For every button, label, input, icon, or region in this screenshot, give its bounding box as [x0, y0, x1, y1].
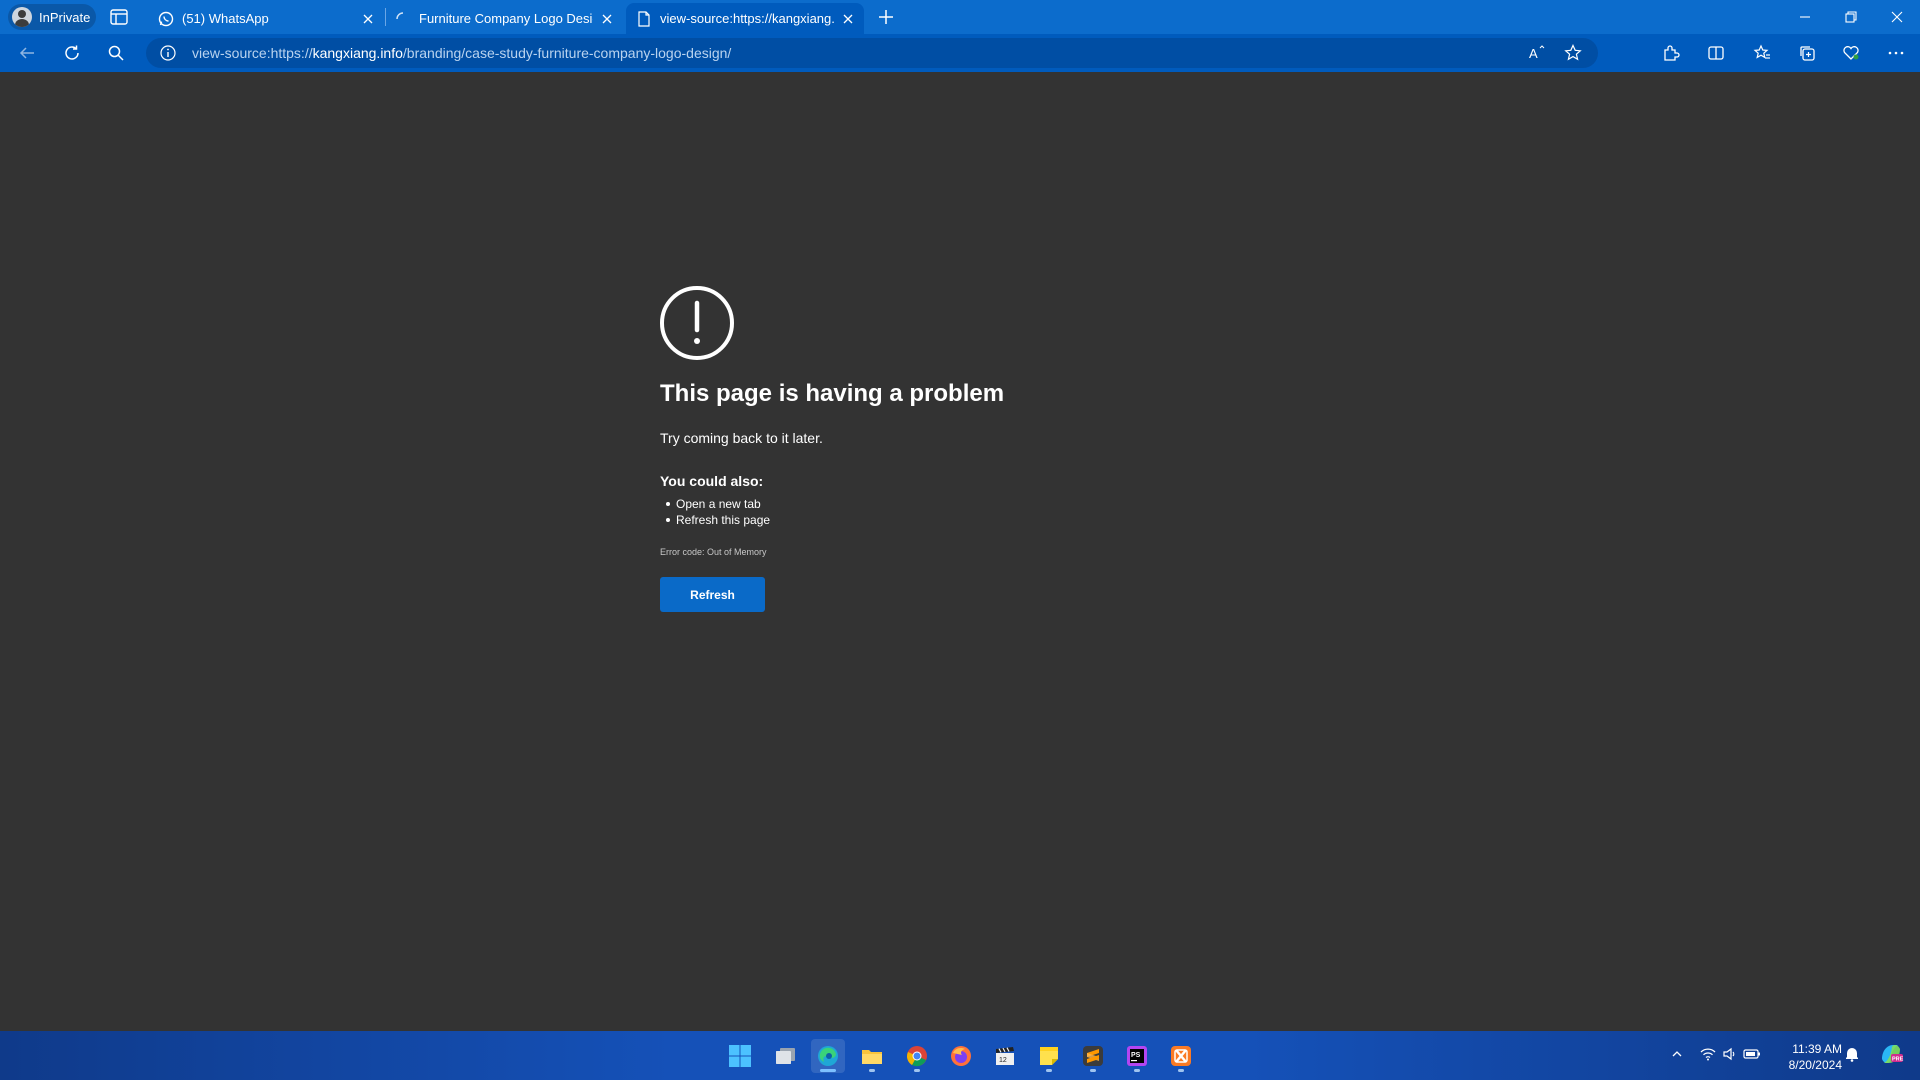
exclamation-circle-icon: [659, 285, 735, 361]
address-bar[interactable]: view-source:https://kangxiang.info/brand…: [146, 38, 1598, 68]
running-indicator: [914, 1069, 920, 1072]
sticky-notes-icon[interactable]: [1032, 1039, 1066, 1073]
tab-strip: InPrivate (51) WhatsApp Furniture Compan…: [0, 0, 1920, 34]
suggestions-list: Open a new tab Refresh this page: [664, 496, 770, 528]
refresh-button[interactable]: Refresh: [660, 577, 765, 612]
notification-bell-icon[interactable]: [1843, 1045, 1861, 1063]
close-tab-icon[interactable]: [599, 11, 615, 27]
tab-furniture-logo[interactable]: Furniture Company Logo Design: [389, 3, 621, 34]
suggestion-item: Open a new tab: [664, 496, 770, 512]
page-content: [4, 72, 1916, 1031]
running-indicator: [869, 1069, 875, 1072]
sublime-text-icon[interactable]: [1076, 1039, 1110, 1073]
search-icon[interactable]: [105, 42, 127, 64]
tab-title: (51) WhatsApp: [182, 11, 269, 26]
battery-icon[interactable]: [1743, 1045, 1761, 1063]
error-subtitle: Try coming back to it later.: [660, 430, 823, 446]
volume-icon[interactable]: [1721, 1045, 1739, 1063]
inprivate-label: InPrivate: [39, 9, 91, 25]
url-path: /branding/case-study-furniture-company-l…: [402, 45, 732, 61]
url-text[interactable]: view-source:https://kangxiang.info/brand…: [192, 45, 731, 61]
edge-icon[interactable]: [811, 1039, 845, 1073]
read-aloud-icon[interactable]: A: [1528, 44, 1546, 62]
firefox-icon[interactable]: [944, 1039, 978, 1073]
browser-essentials-icon[interactable]: [1840, 42, 1862, 64]
close-tab-icon[interactable]: [840, 11, 856, 27]
taskbar: 12 PS 11:39 AM 8/20/2024 PRE: [0, 1031, 1920, 1080]
windows-start-icon[interactable]: [723, 1039, 757, 1073]
system-clock[interactable]: 11:39 AM 8/20/2024: [1772, 1041, 1842, 1073]
split-screen-icon[interactable]: [1705, 42, 1727, 64]
page-icon: [636, 10, 652, 27]
running-indicator: [1134, 1069, 1140, 1072]
file-explorer-icon[interactable]: [855, 1039, 889, 1073]
error-title: This page is having a problem: [660, 380, 1005, 407]
svg-text:12: 12: [999, 1057, 1007, 1064]
favorites-icon[interactable]: [1751, 42, 1773, 64]
running-indicator: [1046, 1069, 1052, 1072]
url-prefix: view-source:https://: [192, 45, 313, 61]
error-code: Error code: Out of Memory: [660, 547, 767, 557]
close-window-icon[interactable]: [1874, 0, 1920, 34]
svg-text:PRE: PRE: [1892, 1057, 1904, 1063]
clapperboard-app-icon[interactable]: 12: [988, 1039, 1022, 1073]
running-indicator: [1178, 1069, 1184, 1072]
restore-icon[interactable]: [1828, 0, 1874, 34]
loading-icon: [395, 11, 411, 27]
phpstorm-icon[interactable]: PS: [1120, 1039, 1154, 1073]
site-info-icon[interactable]: [160, 45, 176, 61]
active-indicator: [820, 1069, 836, 1072]
url-host: kangxiang.info: [312, 45, 403, 61]
browser-toolbar: view-source:https://kangxiang.info/brand…: [0, 34, 1920, 72]
tab-actions-icon[interactable]: [108, 8, 130, 26]
settings-more-icon[interactable]: [1885, 42, 1907, 64]
suggestions-heading: You could also:: [660, 473, 764, 489]
tab-view-source[interactable]: view-source:https://kangxiang.info/brand…: [626, 3, 864, 34]
tab-whatsapp[interactable]: (51) WhatsApp: [150, 3, 382, 34]
show-hidden-icons-chevron-icon[interactable]: [1668, 1045, 1686, 1063]
svg-text:PS: PS: [1131, 1052, 1141, 1059]
svg-text:A: A: [1529, 46, 1538, 61]
task-view-icon[interactable]: [768, 1039, 802, 1073]
chrome-icon[interactable]: [900, 1039, 934, 1073]
copilot-icon[interactable]: PRE: [1878, 1041, 1904, 1067]
back-icon[interactable]: [16, 42, 38, 64]
xampp-icon[interactable]: [1164, 1039, 1198, 1073]
tab-title: Furniture Company Logo Design: [419, 11, 593, 26]
minimize-icon[interactable]: [1782, 0, 1828, 34]
whatsapp-icon: [158, 11, 174, 27]
tab-separator: [385, 8, 386, 26]
new-tab-icon[interactable]: [876, 7, 896, 27]
close-tab-icon[interactable]: [360, 11, 376, 27]
collections-icon[interactable]: [1796, 42, 1818, 64]
profile-avatar-icon: [12, 7, 32, 27]
favorite-star-icon[interactable]: [1564, 44, 1582, 62]
running-indicator: [1090, 1069, 1096, 1072]
tab-title: view-source:https://kangxiang.info/brand…: [660, 11, 834, 26]
suggestion-item: Refresh this page: [664, 512, 770, 528]
reload-icon[interactable]: [61, 42, 83, 64]
wifi-icon[interactable]: [1699, 1045, 1717, 1063]
clock-time: 11:39 AM: [1792, 1042, 1842, 1056]
extensions-icon[interactable]: [1660, 42, 1682, 64]
clock-date: 8/20/2024: [1788, 1058, 1842, 1072]
inprivate-badge[interactable]: InPrivate: [8, 4, 96, 30]
